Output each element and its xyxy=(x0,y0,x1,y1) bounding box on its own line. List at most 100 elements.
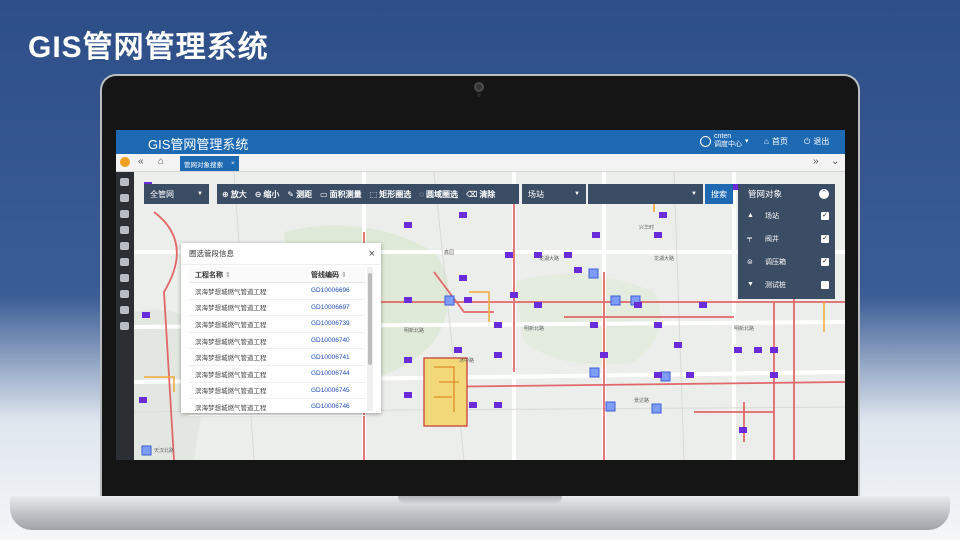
road-label-mingxin-3: 明新北路 xyxy=(734,325,754,332)
sidebar-item-tools[interactable] xyxy=(120,194,129,202)
layer-checkbox-station[interactable]: ✓ xyxy=(821,211,829,220)
menu-toggle-icon[interactable] xyxy=(120,157,130,167)
regulator-icon: ⊜ xyxy=(747,258,753,266)
scrollbar-thumb[interactable] xyxy=(368,273,372,365)
layer-checkbox-valve[interactable]: ✓ xyxy=(821,234,829,243)
road-label-xinghua: 兴华时 xyxy=(639,224,654,231)
zoom-in-button[interactable]: ⊕ 放大 xyxy=(222,189,247,200)
layer-panel-title: 管网对象 xyxy=(748,189,783,199)
logout-button[interactable]: ⏻ 退出 xyxy=(804,136,829,147)
sidebar-item-info[interactable] xyxy=(120,290,129,298)
sidebar-item-monitor[interactable] xyxy=(120,242,129,250)
user-menu[interactable]: cnten 调度中心 ▾ xyxy=(700,133,749,149)
layer-item-station[interactable]: ▲ 场站 ✓ xyxy=(738,204,835,227)
table-row[interactable]: 滨海梦想城燃气管道工程 GD10006746 xyxy=(189,399,365,416)
circle-select-button[interactable]: ◌ 圆域圈选 xyxy=(419,189,458,200)
ruler-icon: ✎ xyxy=(287,189,295,199)
eraser-icon: ⌫ xyxy=(466,189,478,199)
rect-select-button[interactable]: ⬚ 矩形圈选 xyxy=(370,189,412,200)
measure-area-button[interactable]: ▭ 面积测量 xyxy=(320,189,362,200)
zoom-out-button[interactable]: ⊖ 缩小 xyxy=(255,189,280,200)
road-label-tianhan: 天汉北路 xyxy=(154,447,174,454)
tab-scroll-left-icon[interactable]: « xyxy=(138,156,144,167)
table-row[interactable]: 滨海梦想城燃气管道工程 GD10006696 xyxy=(189,283,365,300)
table-header: 工程名称 ⇕ 管线编码 ⇕ xyxy=(189,267,365,283)
tab-object-search[interactable]: 管网对象搜索 × xyxy=(180,156,239,171)
sidebar xyxy=(116,172,134,460)
table-row[interactable]: 滨海梦想城燃气管道工程 GD10006740 xyxy=(189,333,365,350)
object-type-value: 场站 xyxy=(528,189,544,199)
sidebar-item-report[interactable] xyxy=(120,306,129,314)
laptop-notch xyxy=(398,496,562,505)
valve-icon: ╤ xyxy=(747,235,752,242)
table-row[interactable]: 滨海梦想城燃气管道工程 GD10006745 xyxy=(189,383,365,400)
layer-item-regulator[interactable]: ⊜ 调压箱 ✓ xyxy=(738,250,835,273)
column-header-code[interactable]: 管线编码 ⇕ xyxy=(306,270,365,280)
close-icon[interactable]: × xyxy=(369,248,375,260)
layer-checkbox-test-pile[interactable] xyxy=(821,280,829,289)
tab-bar: « ⌂ 管网对象搜索 × » ⌄ xyxy=(116,154,845,172)
column-header-project[interactable]: 工程名称 ⇕ xyxy=(189,270,306,280)
object-search-input[interactable]: ▼ xyxy=(588,184,703,204)
tab-label: 管网对象搜索 xyxy=(184,161,223,169)
sidebar-item-users[interactable] xyxy=(120,226,129,234)
chevron-down-icon[interactable]: ⌄ xyxy=(831,156,839,167)
clear-button[interactable]: ⌫ 清除 xyxy=(466,189,495,200)
station-icon: ▲ xyxy=(747,212,754,219)
user-name: cnten xyxy=(714,133,732,140)
layer-item-test-pile[interactable]: ▼ 测试桩 xyxy=(738,273,835,296)
table-row[interactable]: 滨海梦想城燃气管道工程 GD10006739 xyxy=(189,316,365,333)
selected-pipes-popup: 圈选管段信息 × 工程名称 ⇕ 管线编码 ⇕ 滨海梦想城燃气管道工程 GD1000… xyxy=(181,243,381,416)
road-label-jingda: 景达路 xyxy=(634,397,649,404)
home-button[interactable]: ⌂ 首页 xyxy=(764,136,788,147)
table-row[interactable]: 滨海梦想城燃气管道工程 GD10006744 xyxy=(189,366,365,383)
road-label-mingxin-2: 明新北路 xyxy=(524,325,544,332)
sort-icon: ⇕ xyxy=(224,271,231,279)
pipe-table: 工程名称 ⇕ 管线编码 ⇕ 滨海梦想城燃气管道工程 GD10006696 滨海梦想… xyxy=(189,267,365,416)
chevron-down-icon: ▼ xyxy=(574,191,580,197)
home-label: 首页 xyxy=(771,137,788,146)
layer-item-valve[interactable]: ╤ 阀井 ✓ xyxy=(738,227,835,250)
road-label-longhu-2: 龙湖大路 xyxy=(654,255,674,262)
home-icon: ⌂ xyxy=(764,137,769,146)
popup-title: 圈选管段信息 xyxy=(189,249,234,258)
sidebar-item-globe[interactable] xyxy=(120,274,129,282)
network-select[interactable]: 全管网 ▼ xyxy=(144,184,209,204)
logout-label: 退出 xyxy=(813,137,830,146)
popup-header: 圈选管段信息 × xyxy=(181,243,381,265)
circle-select-icon: ◌ xyxy=(419,189,424,199)
map-toolbar: ⊕ 放大 ⊖ 缩小 ✎ 测距 ▭ 面积测量 ⬚ 矩形圈选 ◌ 圆域圈选 ⌫ 清除 xyxy=(217,184,519,204)
measure-distance-button[interactable]: ✎ 测距 xyxy=(287,189,312,200)
search-button[interactable]: 搜索 xyxy=(705,184,733,204)
table-row[interactable]: 滨海梦想城燃气管道工程 GD10006741 xyxy=(189,349,365,366)
app-screen: GIS管网管理系统 cnten 调度中心 ▾ ⌂ 首页 ⏻ 退出 « ⌂ 管网对… xyxy=(116,130,845,460)
place-label-xinyuan: 鑫园 xyxy=(444,249,454,256)
gis-map[interactable]: 龙湖大路 龙湖大路 明新北路 明新北路 明新北路 景达路 兴华时 冰中路 天汉北… xyxy=(134,172,845,460)
layer-checkbox-regulator[interactable]: ✓ xyxy=(821,257,829,266)
popup-scrollbar[interactable] xyxy=(367,267,373,411)
layer-panel-header[interactable]: 管网对象 ⌃ xyxy=(738,184,835,204)
zoom-out-icon: ⊖ xyxy=(254,189,262,199)
chevron-up-icon[interactable]: ⌃ xyxy=(819,189,829,199)
table-row[interactable]: 滨海梦想城燃气管道工程 GD10006697 xyxy=(189,300,365,317)
close-icon[interactable]: × xyxy=(231,160,235,167)
network-select-value: 全管网 xyxy=(150,189,174,199)
sidebar-item-edit[interactable] xyxy=(120,258,129,266)
sidebar-item-list[interactable] xyxy=(120,322,129,330)
object-type-select[interactable]: 场站 ▼ xyxy=(522,184,586,204)
user-icon xyxy=(700,135,711,147)
chevron-down-icon: ▼ xyxy=(197,191,203,197)
sort-icon: ⇕ xyxy=(340,271,347,279)
app-header: GIS管网管理系统 cnten 调度中心 ▾ ⌂ 首页 ⏻ 退出 xyxy=(116,130,845,154)
zoom-in-icon: ⊕ xyxy=(222,189,229,199)
home-tab-icon[interactable]: ⌂ xyxy=(158,156,164,167)
user-role: 调度中心 xyxy=(714,141,742,148)
tab-scroll-right-icon[interactable]: » xyxy=(813,156,819,167)
webcam-icon xyxy=(474,82,484,92)
area-icon: ▭ xyxy=(320,189,328,199)
sidebar-item-config[interactable] xyxy=(120,210,129,218)
app-title: GIS管网管理系统 xyxy=(148,137,249,152)
road-label-longhu-1: 龙湖大路 xyxy=(539,255,559,262)
sidebar-item-settings[interactable] xyxy=(120,178,129,186)
chevron-down-icon: ▾ xyxy=(745,138,749,145)
